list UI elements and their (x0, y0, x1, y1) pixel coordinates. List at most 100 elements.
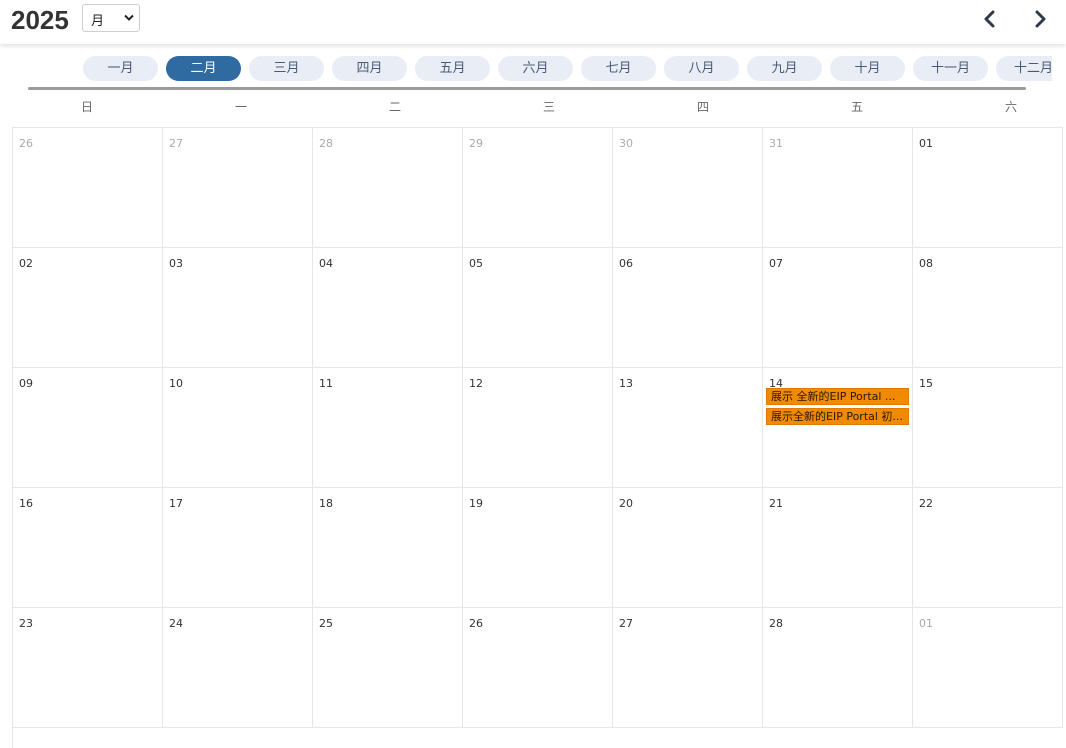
day-cell[interactable]: 19 (463, 488, 613, 608)
day-number: 02 (19, 257, 33, 270)
day-cell[interactable]: 12 (463, 368, 613, 488)
day-cell[interactable]: 29 (463, 128, 613, 248)
day-cell[interactable]: 08 (913, 248, 1063, 368)
day-cell[interactable]: 15 (913, 368, 1063, 488)
month-strip-scrollbar[interactable] (28, 87, 1026, 90)
month-tab-1[interactable]: 一月 (83, 56, 158, 81)
weekday-label: 二 (388, 100, 401, 114)
next-month-button[interactable] (1029, 8, 1051, 30)
weekday-label: 三 (542, 100, 555, 114)
day-cell[interactable]: 01 (913, 608, 1063, 728)
day-number: 28 (769, 617, 783, 630)
chevron-right-icon (1035, 10, 1046, 28)
day-cell[interactable]: 11 (313, 368, 463, 488)
day-cell[interactable]: 06 (613, 248, 763, 368)
day-cell[interactable]: 14 展示 全新的EIP Portal ... 展示全新的EIP Portal 初.… (763, 368, 913, 488)
calendar-event[interactable]: 展示全新的EIP Portal 初... (766, 408, 909, 425)
day-number: 03 (169, 257, 183, 270)
day-number: 11 (319, 377, 333, 390)
day-cell[interactable]: 16 (13, 488, 163, 608)
day-cell[interactable]: 23 (13, 608, 163, 728)
day-number: 05 (469, 257, 483, 270)
month-tab-strip: 一月 二月 三月 四月 五月 六月 七月 八月 九月 十月 十一月 十二月 (0, 56, 1052, 82)
day-cell[interactable]: 17 (163, 488, 313, 608)
day-number: 26 (469, 617, 483, 630)
day-number: 30 (619, 137, 633, 150)
month-tab-3[interactable]: 三月 (249, 56, 324, 81)
day-cell[interactable]: 18 (313, 488, 463, 608)
month-tab-10[interactable]: 十月 (830, 56, 905, 81)
day-cell[interactable]: 07 (763, 248, 913, 368)
calendar-header: 2025 月 (0, 0, 1066, 44)
day-number: 13 (619, 377, 633, 390)
day-cell[interactable]: 24 (163, 608, 313, 728)
weekday-label: 四 (696, 100, 709, 114)
day-cell[interactable]: 26 (463, 608, 613, 728)
day-number: 28 (319, 137, 333, 150)
day-cell[interactable]: 27 (613, 608, 763, 728)
weekday-label: 六 (1004, 100, 1017, 114)
day-cell[interactable]: 09 (13, 368, 163, 488)
day-number: 26 (19, 137, 33, 150)
month-tab-8[interactable]: 八月 (664, 56, 739, 81)
day-cell[interactable]: 13 (613, 368, 763, 488)
day-cell[interactable]: 01 (913, 128, 1063, 248)
day-cell[interactable]: 05 (463, 248, 613, 368)
day-number: 23 (19, 617, 33, 630)
year-title: 2025 (11, 5, 69, 35)
month-tab-11[interactable]: 十一月 (913, 56, 988, 81)
weekday-label: 日 (80, 100, 93, 114)
day-number: 20 (619, 497, 633, 510)
month-tab-6[interactable]: 六月 (498, 56, 573, 81)
day-number: 19 (469, 497, 483, 510)
day-number: 16 (19, 497, 33, 510)
day-cell[interactable]: 22 (913, 488, 1063, 608)
day-cell[interactable]: 20 (613, 488, 763, 608)
weekday-label: 五 (850, 100, 863, 114)
day-number: 08 (919, 257, 933, 270)
day-number: 24 (169, 617, 183, 630)
day-cell[interactable]: 03 (163, 248, 313, 368)
month-tab-5[interactable]: 五月 (415, 56, 490, 81)
view-mode-select[interactable]: 月 (82, 4, 140, 32)
day-number: 18 (319, 497, 333, 510)
month-tab-9[interactable]: 九月 (747, 56, 822, 81)
day-number: 27 (169, 137, 183, 150)
day-cell[interactable]: 04 (313, 248, 463, 368)
day-cell[interactable]: 31 (763, 128, 913, 248)
day-cell[interactable]: 25 (313, 608, 463, 728)
day-cell[interactable]: 30 (613, 128, 763, 248)
month-grid: 26 27 28 29 30 31 01 02 03 04 05 06 07 08 09 10 11 12 13 14… (12, 127, 1063, 748)
day-number: 07 (769, 257, 783, 270)
day-number: 12 (469, 377, 483, 390)
prev-month-button[interactable] (979, 8, 1001, 30)
day-cell[interactable]: 28 (313, 128, 463, 248)
day-number: 10 (169, 377, 183, 390)
month-tab-2[interactable]: 二月 (166, 56, 241, 81)
view-mode-value: 月 (91, 14, 105, 29)
chevron-down-icon (124, 14, 134, 21)
day-number: 27 (619, 617, 633, 630)
calendar-event[interactable]: 展示 全新的EIP Portal ... (766, 388, 909, 405)
day-number: 01 (919, 137, 933, 150)
day-number: 09 (19, 377, 33, 390)
day-cell[interactable]: 02 (13, 248, 163, 368)
day-number: 25 (319, 617, 333, 630)
day-number: 04 (319, 257, 333, 270)
day-number: 21 (769, 497, 783, 510)
day-cell[interactable]: 21 (763, 488, 913, 608)
day-number: 31 (769, 137, 783, 150)
day-cell[interactable]: 26 (13, 128, 163, 248)
day-cell[interactable]: 27 (163, 128, 313, 248)
weekday-header-row: 日一二三四五六 (12, 98, 1062, 118)
day-number: 15 (919, 377, 933, 390)
chevron-left-icon (984, 10, 995, 28)
day-number: 22 (919, 497, 933, 510)
weekday-label: 一 (234, 100, 247, 114)
month-tab-4[interactable]: 四月 (332, 56, 407, 81)
day-cell[interactable]: 28 (763, 608, 913, 728)
month-tab-7[interactable]: 七月 (581, 56, 656, 81)
day-cell[interactable]: 10 (163, 368, 313, 488)
day-number: 06 (619, 257, 633, 270)
month-tab-12[interactable]: 十二月 (996, 56, 1052, 81)
